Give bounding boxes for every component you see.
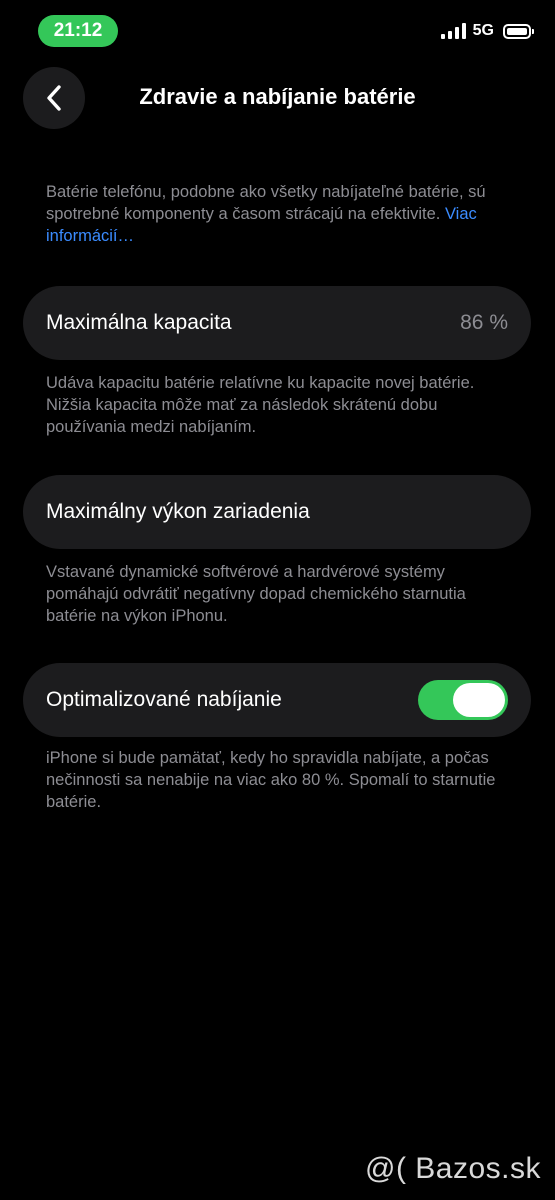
- intro-text: Batérie telefónu, podobne ako všetky nab…: [46, 181, 516, 247]
- max-capacity-description: Udáva kapacitu batérie relatívne ku kapa…: [46, 374, 475, 436]
- chevron-left-icon: [47, 85, 61, 111]
- battery-icon: [503, 23, 534, 39]
- optimized-charging-toggle[interactable]: [418, 680, 508, 720]
- peak-performance-description: Vstavané dynamické softvérové a hardvéro…: [46, 563, 466, 625]
- intro-text-body: Batérie telefónu, podobne ako všetky nab…: [46, 183, 486, 223]
- bazos-watermark: @( Bazos.sk: [365, 1152, 541, 1185]
- cellular-signal-icon: [440, 23, 466, 39]
- back-button[interactable]: [23, 67, 85, 129]
- toggle-knob: [453, 683, 505, 717]
- peak-performance-row[interactable]: Maximálny výkon zariadenia: [23, 475, 531, 549]
- optimized-charging-label: Optimalizované nabíjanie: [46, 688, 282, 711]
- page-title: Zdravie a nabíjanie batérie: [139, 84, 416, 109]
- battery-level: [507, 27, 527, 35]
- status-indicators: 5G: [440, 22, 534, 40]
- max-capacity-label: Maximálna kapacita: [46, 311, 232, 334]
- network-type: 5G: [472, 22, 494, 39]
- max-capacity-value: 86 %: [460, 311, 508, 334]
- max-capacity-row: Maximálna kapacita 86 %: [23, 286, 531, 360]
- status-bar: 21:12 5G: [0, 0, 555, 60]
- status-time[interactable]: 21:12: [38, 15, 118, 47]
- optimized-charging-row: Optimalizované nabíjanie: [23, 663, 531, 737]
- peak-performance-label: Maximálny výkon zariadenia: [46, 500, 310, 523]
- optimized-charging-description: iPhone si bude pamätať, kedy ho spravidl…: [46, 749, 496, 811]
